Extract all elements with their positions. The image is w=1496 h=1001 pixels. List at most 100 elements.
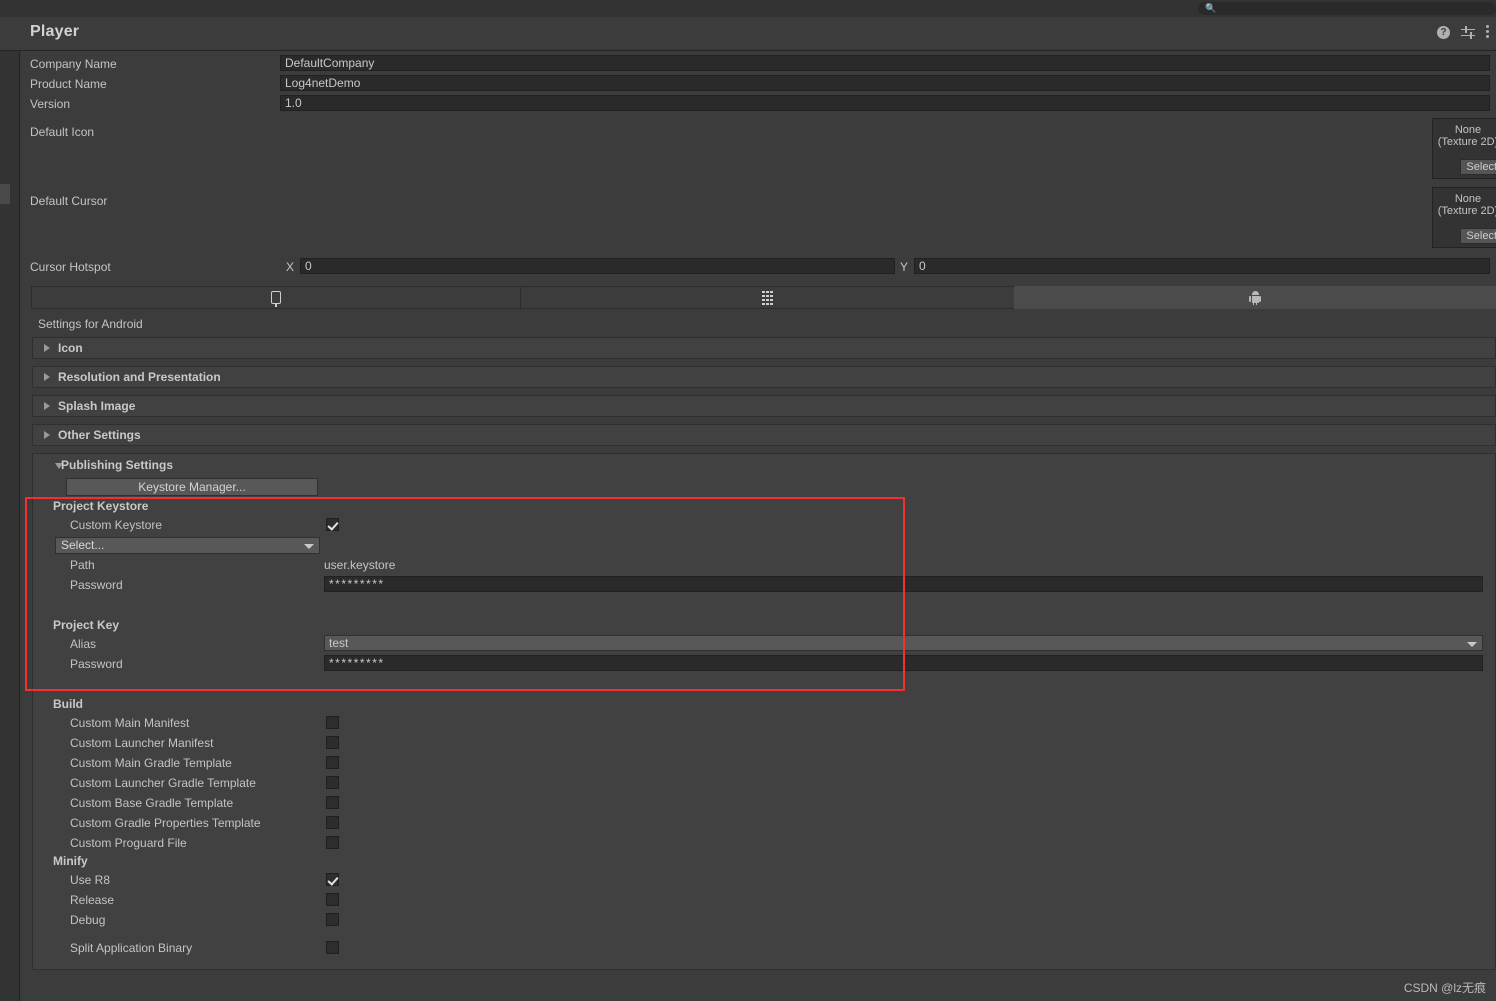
project-key-title: Project Key <box>53 618 120 632</box>
key-alias-dropdown[interactable]: test <box>324 635 1483 651</box>
chevron-down-icon <box>1467 642 1477 647</box>
custom-launcher-gradle-template-checkbox[interactable] <box>326 776 339 789</box>
default-cursor-object-field[interactable]: None (Texture 2D) Select <box>1432 187 1496 248</box>
tab-standalone[interactable] <box>31 286 521 309</box>
custom-main-manifest-checkbox[interactable] <box>326 716 339 729</box>
cursor-hotspot-x-input[interactable]: 0 <box>300 258 895 274</box>
default-icon-object-field[interactable]: None (Texture 2D) Select <box>1432 118 1496 179</box>
section-other-settings[interactable]: Other Settings <box>32 424 1496 446</box>
version-input[interactable]: 1.0 <box>280 95 1490 111</box>
section-other-settings-label: Other Settings <box>58 428 141 442</box>
watermark: CSDN @lz无痕 <box>1403 981 1486 995</box>
section-icon[interactable]: Icon <box>32 337 1496 359</box>
release-label: Release <box>70 893 115 907</box>
cursor-hotspot-row: Cursor Hotspot X 0 Y 0 <box>30 258 1490 276</box>
section-splash-image[interactable]: Splash Image <box>32 395 1496 417</box>
default-cursor-value-line1: None <box>1454 193 1482 205</box>
default-icon-value-line2: (Texture 2D) <box>1437 136 1496 148</box>
keystore-path-value: user.keystore <box>324 558 396 572</box>
settings-for-label: Settings for Android <box>38 317 143 331</box>
default-cursor-select-button[interactable]: Select <box>1460 228 1496 244</box>
custom-keystore-checkbox[interactable] <box>326 518 339 531</box>
custom-main-gradle-template-label: Custom Main Gradle Template <box>70 756 232 770</box>
custom-launcher-manifest-checkbox[interactable] <box>326 736 339 749</box>
tab-webgl[interactable] <box>520 286 1015 309</box>
chevron-right-icon <box>44 402 50 410</box>
custom-gradle-properties-template-label: Custom Gradle Properties Template <box>70 816 261 830</box>
default-icon-label: Default Icon <box>30 125 95 139</box>
section-resolution-and-presentation[interactable]: Resolution and Presentation <box>32 366 1496 388</box>
chevron-right-icon <box>44 373 50 381</box>
keystore-manager-button[interactable]: Keystore Manager... <box>66 478 318 496</box>
product-name-input[interactable]: Log4netDemo <box>280 75 1490 91</box>
company-name-input[interactable]: DefaultCompany <box>280 55 1490 71</box>
custom-launcher-gradle-template-label: Custom Launcher Gradle Template <box>70 776 256 790</box>
custom-proguard-file-checkbox[interactable] <box>326 836 339 849</box>
custom-main-gradle-template-checkbox[interactable] <box>326 756 339 769</box>
custom-keystore-label: Custom Keystore <box>70 518 163 532</box>
custom-main-manifest-label: Custom Main Manifest <box>70 716 190 730</box>
platform-tab-bar <box>31 286 1496 309</box>
split-application-binary-checkbox[interactable] <box>326 941 339 954</box>
custom-proguard-file-label: Custom Proguard File <box>70 836 187 850</box>
release-checkbox[interactable] <box>326 893 339 906</box>
keystore-password-label: Password <box>70 578 123 592</box>
section-splash-label: Splash Image <box>58 399 136 413</box>
inspector-header: Player ? <box>0 17 1496 51</box>
chevron-down-icon <box>304 544 314 549</box>
chevron-right-icon <box>44 431 50 439</box>
project-keystore-title: Project Keystore <box>53 499 149 513</box>
section-publishing-label: Publishing Settings <box>61 458 174 472</box>
page-title: Player <box>30 23 80 40</box>
keystore-path-label: Path <box>70 558 95 572</box>
keystore-select-value: Select... <box>61 538 105 552</box>
search-input[interactable]: 🔍 <box>1198 2 1496 15</box>
default-cursor-label: Default Cursor <box>30 194 108 208</box>
header-icon-group: ? <box>1437 25 1490 39</box>
more-menu-icon[interactable] <box>1486 25 1490 39</box>
default-icon-value-line1: None <box>1454 124 1482 136</box>
search-icon: 🔍 <box>1205 3 1217 13</box>
minify-title: Minify <box>53 854 88 868</box>
use-r8-label: Use R8 <box>70 873 111 887</box>
cursor-hotspot-y-label: Y <box>900 260 909 274</box>
default-cursor-value-line2: (Texture 2D) <box>1437 205 1496 217</box>
product-name-label: Product Name <box>30 77 107 91</box>
company-name-label: Company Name <box>30 57 117 71</box>
cursor-hotspot-x-label: X <box>286 260 295 274</box>
debug-checkbox[interactable] <box>326 913 339 926</box>
custom-gradle-properties-template-checkbox[interactable] <box>326 816 339 829</box>
top-toolbar-strip: 🔍 <box>0 0 1496 17</box>
android-icon <box>1249 290 1261 305</box>
settings-sliders-icon[interactable] <box>1461 25 1475 39</box>
key-password-input[interactable]: ********* <box>324 655 1483 671</box>
chevron-right-icon <box>44 344 50 352</box>
section-icon-label: Icon <box>58 341 83 355</box>
help-icon[interactable]: ? <box>1437 25 1450 39</box>
monitor-icon <box>271 291 281 307</box>
section-publishing-settings: Publishing Settings Keystore Manager... … <box>32 453 1496 970</box>
field-row-company-name: Company Name DefaultCompany <box>30 55 1490 73</box>
grid-icon <box>762 290 773 305</box>
keystore-select-dropdown[interactable]: Select... <box>55 537 320 554</box>
left-splitter[interactable] <box>0 51 20 1001</box>
custom-launcher-manifest-label: Custom Launcher Manifest <box>70 736 214 750</box>
settings-body: Company Name DefaultCompany Product Name… <box>21 51 1496 1001</box>
cursor-hotspot-y-input[interactable]: 0 <box>914 258 1490 274</box>
field-row-product-name: Product Name Log4netDemo <box>30 75 1490 93</box>
version-label: Version <box>30 97 71 111</box>
build-title: Build <box>53 697 83 711</box>
key-alias-value: test <box>329 636 349 650</box>
keystore-password-input[interactable]: ********* <box>324 576 1483 592</box>
field-row-version: Version 1.0 <box>30 95 1490 113</box>
default-icon-select-button[interactable]: Select <box>1460 159 1496 175</box>
splitter-handle[interactable] <box>0 184 10 204</box>
custom-base-gradle-template-label: Custom Base Gradle Template <box>70 796 234 810</box>
cursor-hotspot-label: Cursor Hotspot <box>30 260 111 274</box>
custom-base-gradle-template-checkbox[interactable] <box>326 796 339 809</box>
use-r8-checkbox[interactable] <box>326 873 339 886</box>
debug-label: Debug <box>70 913 106 927</box>
split-application-binary-label: Split Application Binary <box>70 941 193 955</box>
tab-android[interactable] <box>1014 286 1496 309</box>
player-settings-window: 🔍 Player ? Company Name DefaultCompany P… <box>0 0 1496 1001</box>
